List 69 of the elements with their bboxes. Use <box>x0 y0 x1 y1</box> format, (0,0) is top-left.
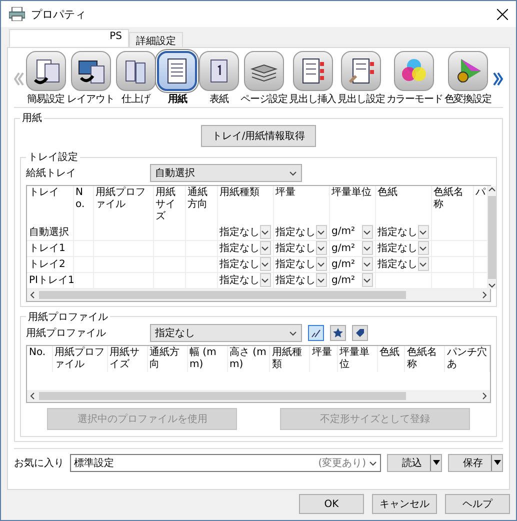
save-button[interactable]: 保存 <box>448 454 503 472</box>
column-header: トレイ <box>27 186 73 224</box>
load-button[interactable]: 読込 <box>387 454 442 472</box>
table-cell[interactable]: g/m² <box>332 226 355 238</box>
table-cell: トレイ1 <box>29 243 66 254</box>
column-header: 通紙方向 <box>147 346 187 372</box>
column-header: 色紙名称 <box>404 346 444 372</box>
table-cell[interactable]: g/m² <box>332 242 355 254</box>
column-header: 用紙種類 <box>270 346 310 372</box>
column-header: No. <box>73 186 93 224</box>
dialog-button[interactable]: ヘルプ <box>445 494 510 514</box>
table-cell[interactable]: 指定なし <box>276 257 316 271</box>
table-cell[interactable]: 指定なし <box>378 241 418 255</box>
field-label: お気に入り <box>14 456 64 470</box>
column-header: 用紙プロファイル <box>93 186 153 224</box>
table-cell[interactable]: 指定なし <box>276 224 316 239</box>
column-header: パ <box>473 186 487 224</box>
column-header: 色紙 <box>377 346 404 372</box>
column-header: No. <box>27 346 52 372</box>
close-icon[interactable] <box>497 8 508 20</box>
horizontal-scrollbar[interactable] <box>27 288 490 300</box>
column-header: 色紙 <box>375 186 431 224</box>
column-header: 幅 (mm) <box>187 346 227 372</box>
table-cell[interactable]: g/m² <box>332 274 355 286</box>
column-header: 用紙サイズ <box>107 346 147 372</box>
table-cell: 自動選択 <box>29 226 69 238</box>
tab[interactable]: PS <box>9 29 129 47</box>
printer-icon <box>9 7 25 21</box>
column-header: 用紙プロファイル <box>52 346 107 372</box>
edit-icon[interactable] <box>308 324 324 340</box>
dialog-button[interactable]: キャンセル <box>372 494 437 514</box>
group-title: 用紙プロファイル <box>27 310 109 324</box>
favorites-dropdown[interactable]: 標準設定 (変更あり) <box>70 454 381 472</box>
column-header: 坪量単位 <box>329 186 375 224</box>
column-header: 用紙サイズ <box>153 186 185 224</box>
horizontal-scrollbar[interactable] <box>27 390 490 402</box>
tab[interactable]: 詳細設定 <box>129 32 183 47</box>
table-cell[interactable]: 指定なし <box>220 257 260 271</box>
field-label: 給紙トレイ <box>26 167 77 180</box>
table-cell[interactable]: 指定なし <box>220 273 260 287</box>
table-cell[interactable]: g/m² <box>332 258 355 270</box>
column-header: 坪量 <box>310 346 337 372</box>
table-cell: トレイ2 <box>29 259 66 270</box>
table-cell: PIトレイ1 <box>29 275 74 286</box>
table-cell[interactable]: 指定なし <box>276 241 316 255</box>
fetch-button[interactable]: トレイ/用紙情報取得 <box>200 125 316 147</box>
table-cell[interactable]: 指定なし <box>276 273 316 287</box>
field-label: 用紙プロファイル <box>26 326 107 340</box>
table-cell[interactable]: 指定なし <box>220 241 260 255</box>
column-header: 坪量 <box>273 186 329 224</box>
table-cell[interactable]: 指定なし <box>378 257 418 271</box>
group-title: 用紙 <box>21 112 43 125</box>
double-chevron-right-icon[interactable] <box>492 72 503 86</box>
table-cell[interactable]: 指定なし <box>378 224 418 239</box>
table-cell[interactable]: 指定なし <box>220 224 260 239</box>
column-header: 高さ (mm) <box>227 346 270 372</box>
column-header: 用紙種類 <box>217 186 273 224</box>
group-title: トレイ設定 <box>27 150 79 164</box>
column-header: 通紙方向 <box>185 186 217 224</box>
dialog-button[interactable]: OK <box>299 494 364 514</box>
column-header: 坪量単位 <box>337 346 377 372</box>
column-header: パンチ穴あ <box>444 346 490 372</box>
caret-icon <box>432 460 440 465</box>
feed-tray-dropdown[interactable]: 自動選択 <box>150 164 302 182</box>
tag-icon[interactable] <box>352 324 368 340</box>
column-header: 色紙名称 <box>431 186 473 224</box>
caret-icon <box>494 460 500 465</box>
window-title: プロパティ <box>31 6 87 22</box>
profile-dropdown[interactable]: 指定なし <box>150 324 302 342</box>
